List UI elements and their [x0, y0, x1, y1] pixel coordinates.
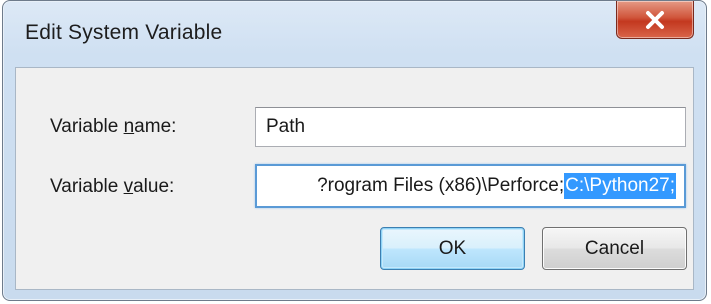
- variable-name-label: Variable name:: [50, 116, 177, 137]
- variable-value-field[interactable]: ?rogram Files (x86)\Perforce; C:\Python27…: [255, 164, 686, 208]
- variable-name-field[interactable]: Path: [255, 107, 686, 147]
- dialog-title: Edit System Variable: [25, 21, 223, 44]
- ok-button[interactable]: OK: [380, 227, 525, 270]
- close-x-icon: [644, 10, 666, 30]
- variable-value-text: ?rogram Files (x86)\Perforce;: [317, 175, 565, 196]
- cancel-button[interactable]: Cancel: [542, 227, 687, 270]
- close-button[interactable]: [616, 1, 694, 39]
- edit-system-variable-dialog: Edit System Variable Variable name: Path…: [2, 0, 707, 301]
- variable-name-text: Path: [266, 116, 306, 137]
- title-bar[interactable]: Edit System Variable: [3, 1, 706, 67]
- dialog-client-area: Variable name: Path Variable value: ?rog…: [15, 67, 694, 290]
- variable-value-label: Variable value:: [50, 176, 175, 197]
- selected-text: C:\Python27;: [564, 173, 676, 199]
